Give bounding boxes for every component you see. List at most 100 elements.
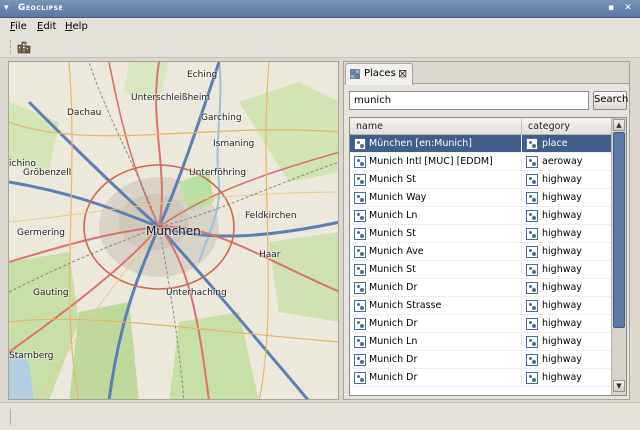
table-row[interactable]: Munich Dr highway [350,369,611,387]
row-category: highway [542,264,582,275]
category-icon [526,174,538,186]
row-name: Munich St [369,174,416,185]
cell-separator [521,171,522,189]
place-icon [354,228,366,240]
table-row[interactable]: Munich Strasse highway [350,297,611,315]
row-name: Munich Dr [369,282,418,293]
table-header: name category [350,118,611,135]
search-input[interactable] [349,91,589,110]
cell-separator [521,261,522,279]
scroll-up-icon[interactable]: ▲ [613,119,625,131]
table-row[interactable]: Munich Ave highway [350,243,611,261]
row-category: aeroway [542,156,583,167]
table-row[interactable]: Munich Dr highway [350,351,611,369]
row-name: Munich Dr [369,372,418,383]
place-icon [354,318,366,330]
cell-separator [521,135,522,153]
map-label-unterhaching: Unterhaching [166,288,227,298]
place-icon [354,192,366,204]
place-icon [354,372,366,384]
table-row[interactable]: Munich St highway [350,261,611,279]
window-menu-icon[interactable]: ▾ [4,3,9,13]
table-row[interactable]: München [en:Munich] place [350,135,611,153]
table-row[interactable]: Munich Way highway [350,189,611,207]
column-header-name[interactable]: name [356,121,383,132]
row-category: highway [542,336,582,347]
table-row[interactable]: Munich Intl [MUC] [EDDM] aeroway [350,153,611,171]
row-category: highway [542,354,582,365]
row-category: highway [542,282,582,293]
column-header-category[interactable]: category [528,121,570,132]
tab-places[interactable]: Places ⊠ [345,63,413,85]
scroll-down-icon[interactable]: ▼ [613,380,625,392]
row-name: München [en:Munich] [369,138,472,149]
table-row[interactable]: Munich Dr highway [350,279,611,297]
row-name: Munich Way [369,192,427,203]
grid-icon [350,69,360,79]
row-name: Munich Ave [369,246,424,257]
toolbar [0,36,640,58]
toolbar-grip[interactable] [10,40,12,54]
search-button[interactable]: Search [593,91,628,110]
tab-label: Places [364,68,396,79]
category-icon [526,336,538,348]
cell-separator [521,351,522,369]
place-icon [354,156,366,168]
row-name: Munich Strasse [369,300,442,311]
category-icon [526,318,538,330]
map-label-feldkirchen: Feldkirchen [245,211,297,221]
place-icon [354,300,366,312]
map-label-gauting: Gauting [33,288,69,298]
map-label-dachau: Dachau [67,108,102,118]
cell-separator [521,279,522,297]
map-label-starnberg: Starnberg [9,351,54,361]
map-view[interactable]: Eching Unterschleißheim Dachau Garching … [8,61,339,400]
category-icon [526,156,538,168]
row-category: highway [542,246,582,257]
scroll-thumb[interactable] [613,132,625,328]
panel-tabbar: Places ⊠ [344,62,629,85]
map-label-groebenzell: Gröbenzell [23,168,72,178]
row-category: highway [542,228,582,239]
table-body: München [en:Munich] place Munich Intl [MUC… [350,135,611,395]
menu-edit[interactable]: Edit [37,21,56,32]
cell-separator [521,225,522,243]
results-table: name category München [en:Munich] place Mu… [349,117,627,396]
column-separator[interactable] [521,119,522,134]
category-icon [526,372,538,384]
table-row[interactable]: Munich Dr highway [350,315,611,333]
cell-separator [521,297,522,315]
close-tab-icon[interactable]: ⊠ [398,67,407,80]
map-label-haar: Haar [259,250,281,260]
category-icon [526,354,538,366]
row-category: highway [542,174,582,185]
city-map-icon[interactable] [16,39,32,55]
status-bar [0,402,640,430]
table-row[interactable]: Munich Ln highway [350,207,611,225]
map-label-unterfoehring: Unterföhring [189,168,247,178]
cell-separator [521,207,522,225]
cell-separator [521,189,522,207]
status-separator [10,409,11,425]
category-icon [526,210,538,222]
row-category: place [542,138,568,149]
menu-help[interactable]: Help [65,21,88,32]
map-label-unterschleissheim: Unterschleißheim [131,93,211,103]
row-name: Munich Dr [369,318,418,329]
table-row[interactable]: Munich St highway [350,225,611,243]
row-category: highway [542,192,582,203]
cell-separator [521,333,522,351]
window-titlebar: ▾ Geoclipse ▪ ✕ [0,0,640,18]
menu-file[interactable]: File [10,21,27,32]
table-row[interactable]: Munich St highway [350,171,611,189]
category-icon [526,228,538,240]
vertical-scrollbar[interactable]: ▲ ▼ [611,118,626,395]
close-icon[interactable]: ✕ [622,2,634,14]
place-icon [354,138,366,150]
place-icon [354,264,366,276]
category-icon [526,138,538,150]
cell-separator [521,153,522,171]
table-row[interactable]: Munich Ln highway [350,333,611,351]
map-label-muenchen: München [146,224,201,238]
minimize-icon[interactable]: ▪ [605,2,617,14]
